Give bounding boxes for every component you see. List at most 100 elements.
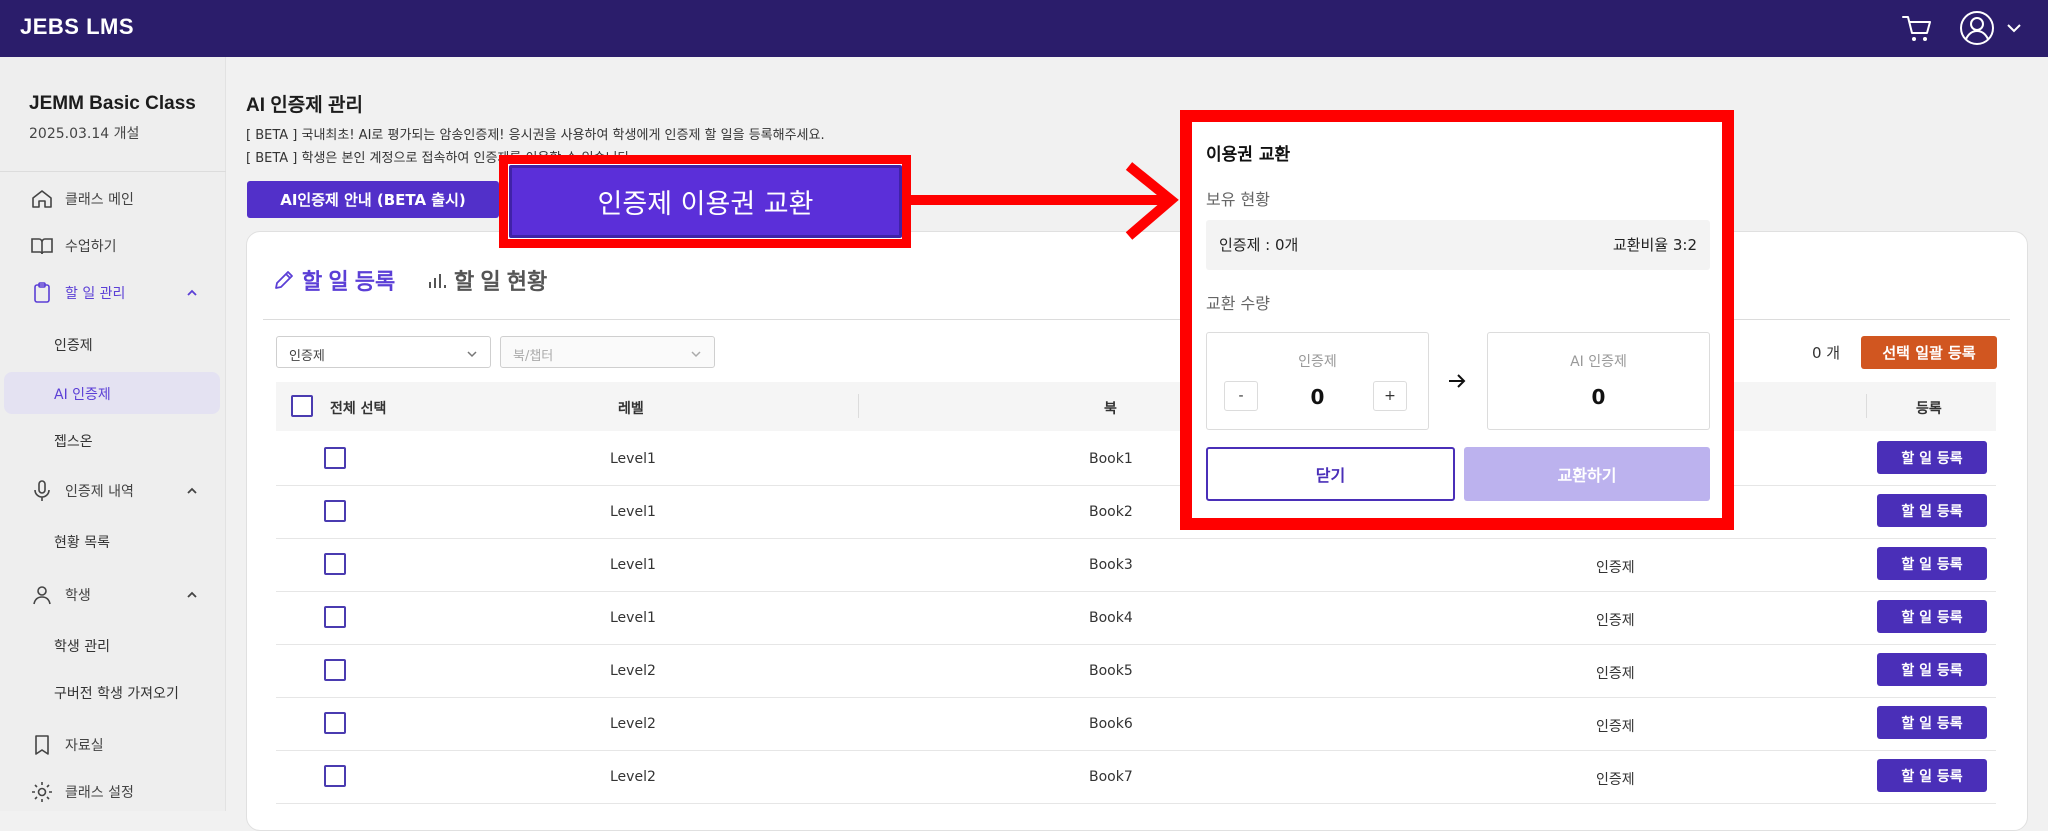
- from-label: 인증제: [1298, 354, 1337, 370]
- row-checkbox[interactable]: [324, 659, 346, 681]
- sidebar-item-class-settings[interactable]: 클래스 설정: [0, 770, 226, 814]
- register-todo-button[interactable]: 할 일 등록: [1877, 441, 1987, 474]
- class-name: JEMM Basic Class: [29, 93, 196, 114]
- divider: [0, 171, 226, 172]
- sidebar-item-certification[interactable]: 인증제: [0, 323, 226, 365]
- type-select[interactable]: 인증제: [276, 336, 491, 368]
- row-checkbox[interactable]: [324, 553, 346, 575]
- sidebar-item-import-legacy-students[interactable]: 구버전 학생 가져오기: [0, 671, 226, 713]
- sidebar-item-todo[interactable]: 할 일 관리: [0, 271, 226, 315]
- register-todo-button[interactable]: 할 일 등록: [1877, 494, 1987, 527]
- sidebar-item-label: 할 일 관리: [65, 286, 126, 302]
- header-level: 레벨: [618, 401, 644, 417]
- row-checkbox[interactable]: [324, 606, 346, 628]
- tab-label: 할 일 등록: [302, 269, 396, 294]
- table-row: Level2 Book6 인증제 할 일 등록: [276, 698, 1996, 751]
- sidebar-item-jebs-on[interactable]: 젭스온: [0, 419, 226, 461]
- tab-todo-status[interactable]: 할 일 현황: [424, 264, 547, 296]
- sidebar: JEMM Basic Class 2025.03.14 개설 클래스 메인 수업…: [0, 57, 226, 811]
- chevron-up-icon: [187, 289, 197, 296]
- sidebar-item-status-list[interactable]: 현황 목록: [0, 520, 226, 562]
- header-book: 북: [1104, 401, 1117, 417]
- register-todo-button[interactable]: 할 일 등록: [1877, 759, 1987, 792]
- annotation-highlight-box: 인증제 이용권 교환: [499, 155, 911, 248]
- bulk-register-button[interactable]: 선택 일괄 등록: [1861, 336, 1997, 369]
- sidebar-item-students[interactable]: 학생: [0, 573, 226, 617]
- top-bar: JEBS LMS: [0, 0, 2048, 57]
- cell-book: Book4: [1089, 610, 1133, 626]
- chevron-down-icon[interactable]: [2004, 18, 2024, 38]
- table-row: Level2 Book7 인증제 할 일 등록: [276, 751, 1996, 804]
- clipboard-icon: [34, 282, 50, 303]
- sidebar-item-label: 학생: [65, 588, 91, 604]
- sidebar-item-student-management[interactable]: 학생 관리: [0, 624, 226, 666]
- sidebar-item-label: 클래스 메인: [65, 192, 134, 208]
- cell-level: Level2: [610, 716, 656, 732]
- close-button[interactable]: 닫기: [1206, 447, 1455, 501]
- sidebar-item-resources[interactable]: 자료실: [0, 723, 226, 767]
- cell-type: 인증제: [1596, 666, 1635, 682]
- page-description: [ BETA ] 국내최초! AI로 평가되는 암송인증제! 응시권을 사용하여…: [246, 128, 825, 143]
- increment-button[interactable]: +: [1373, 381, 1407, 411]
- exchange-ratio: 교환비율 3:2: [1612, 236, 1697, 254]
- cell-level: Level2: [610, 663, 656, 679]
- sidebar-item-label: 구버전 학생 가져오기: [54, 686, 179, 702]
- sidebar-item-label: 인증제 내역: [65, 484, 134, 500]
- sidebar-item-certification-history[interactable]: 인증제 내역: [0, 469, 226, 513]
- sidebar-item-label: 학생 관리: [54, 639, 110, 655]
- register-todo-button[interactable]: 할 일 등록: [1877, 706, 1987, 739]
- sidebar-item-label: 현황 목록: [54, 535, 110, 551]
- table-row: Level1 Book1 할 일 등록: [276, 433, 1996, 486]
- book-chapter-select[interactable]: 북/챕터: [500, 336, 715, 368]
- pencil-icon: [275, 271, 293, 289]
- row-checkbox[interactable]: [324, 500, 346, 522]
- home-icon: [32, 190, 52, 208]
- cell-level: Level1: [610, 557, 656, 573]
- cart-icon[interactable]: [1900, 12, 1934, 44]
- table-row: Level2 Book5 인증제 할 일 등록: [276, 645, 1996, 698]
- chevron-up-icon: [187, 487, 197, 494]
- decrement-button[interactable]: -: [1224, 381, 1258, 411]
- book-open-icon: [31, 238, 53, 255]
- to-label: AI 인증제: [1570, 354, 1627, 370]
- sidebar-item-label: 클래스 설정: [65, 785, 134, 801]
- user-icon[interactable]: [1958, 9, 1996, 47]
- cell-level: Level1: [610, 610, 656, 626]
- from-quantity-box: 인증제 0 - +: [1206, 332, 1429, 430]
- cell-level: Level1: [610, 504, 656, 520]
- register-todo-button[interactable]: 할 일 등록: [1877, 600, 1987, 633]
- cell-book: Book7: [1089, 769, 1133, 785]
- sidebar-item-label: 인증제: [54, 338, 93, 354]
- row-checkbox[interactable]: [324, 447, 346, 469]
- bookmark-icon: [35, 735, 49, 755]
- annotation-arrow-icon: [911, 162, 1179, 240]
- arrow-right-icon: [1449, 374, 1466, 388]
- sidebar-item-class-main[interactable]: 클래스 메인: [0, 177, 226, 221]
- cell-type: 인증제: [1596, 719, 1635, 735]
- row-checkbox[interactable]: [324, 712, 346, 734]
- sidebar-item-label: 젭스온: [54, 434, 93, 450]
- header-register: 등록: [1916, 401, 1942, 417]
- chevron-up-icon: [187, 591, 197, 598]
- select-all-checkbox[interactable]: [291, 395, 313, 417]
- select-value: 인증제: [289, 349, 325, 364]
- person-icon: [33, 586, 51, 605]
- cell-type: 인증제: [1596, 772, 1635, 788]
- page-title: AI 인증제 관리: [246, 95, 363, 116]
- register-todo-button[interactable]: 할 일 등록: [1877, 547, 1987, 580]
- tab-todo-register[interactable]: 할 일 등록: [272, 264, 395, 296]
- exchange-button[interactable]: 교환하기: [1464, 447, 1710, 501]
- register-todo-button[interactable]: 할 일 등록: [1877, 653, 1987, 686]
- table-row: Level1 Book2 할 일 등록: [276, 486, 1996, 539]
- exchange-voucher-button[interactable]: 인증제 이용권 교환: [509, 165, 902, 238]
- row-checkbox[interactable]: [324, 765, 346, 787]
- chevron-down-icon: [691, 351, 701, 358]
- ai-guide-button[interactable]: AI인증제 안내 (BETA 출시): [247, 181, 499, 218]
- cell-level: Level1: [610, 451, 656, 467]
- holding-status-label: 보유 현황: [1206, 190, 1270, 209]
- sidebar-item-ai-certification[interactable]: AI 인증제: [4, 372, 220, 414]
- selected-count: 0 개: [1812, 344, 1841, 362]
- brand-logo[interactable]: JEBS LMS: [20, 14, 134, 40]
- sidebar-item-label: AI 인증제: [54, 387, 111, 403]
- sidebar-item-lesson[interactable]: 수업하기: [0, 224, 226, 268]
